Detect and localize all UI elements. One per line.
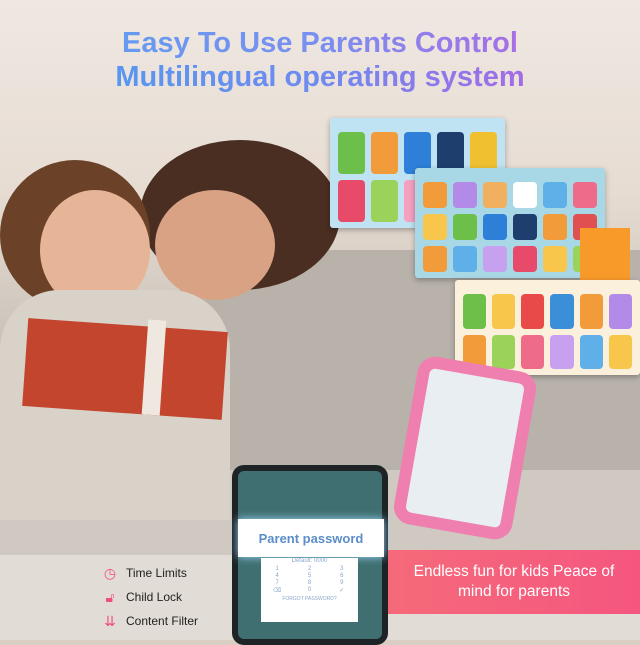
key-9[interactable]: 9: [326, 580, 358, 586]
key-8[interactable]: 8: [293, 580, 325, 586]
feature-label: Time Limits: [126, 566, 187, 580]
orange-card: [580, 228, 630, 283]
key-0[interactable]: 0: [293, 587, 325, 594]
feature-label: Content Filter: [126, 614, 199, 628]
key-4[interactable]: 4: [261, 573, 293, 579]
unlock-icon: 🔓︎: [105, 589, 115, 605]
feature-content-filter: ⇊ Content Filter: [102, 613, 198, 629]
headline: Easy To Use Parents Control Multilingual…: [0, 26, 640, 94]
clock-icon: ◷: [103, 565, 117, 581]
filter-arrows-icon: ⇊: [104, 613, 116, 629]
feature-label: Child Lock: [126, 590, 183, 604]
key-6[interactable]: 6: [326, 573, 358, 579]
parent-password-title: Parent password: [238, 519, 384, 557]
key-3[interactable]: 3: [326, 566, 358, 572]
promo-banner: Endless fun for kids Peace of mind for p…: [388, 550, 640, 614]
key-confirm[interactable]: ✓: [326, 587, 358, 594]
key-7[interactable]: 7: [261, 580, 293, 586]
banner-text: Endless fun for kids Peace of mind for p…: [413, 563, 615, 600]
headline-line1: Easy To Use Parents Control: [0, 26, 640, 60]
headline-line2: Multilingual operating system: [0, 60, 640, 94]
password-keypad: Default: 0000 1 2 3 4 5 6 7 8 9 ⌫ 0 ✓ FO…: [261, 558, 358, 622]
feature-time-limits: ◷ Time Limits: [102, 565, 187, 581]
app-screen-all-apps: [415, 168, 605, 278]
forgot-password-link[interactable]: FORGOT PASSWORD?: [261, 596, 358, 602]
key-5[interactable]: 5: [293, 573, 325, 579]
gift-box: [22, 318, 228, 420]
key-delete[interactable]: ⌫: [261, 587, 293, 594]
key-1[interactable]: 1: [261, 566, 293, 572]
app-screen-english: [455, 280, 640, 375]
key-2[interactable]: 2: [293, 566, 325, 572]
mother-face: [155, 190, 275, 300]
feature-child-lock: 🔓︎ Child Lock: [102, 589, 182, 605]
default-hint: Default: 0000: [291, 558, 328, 564]
